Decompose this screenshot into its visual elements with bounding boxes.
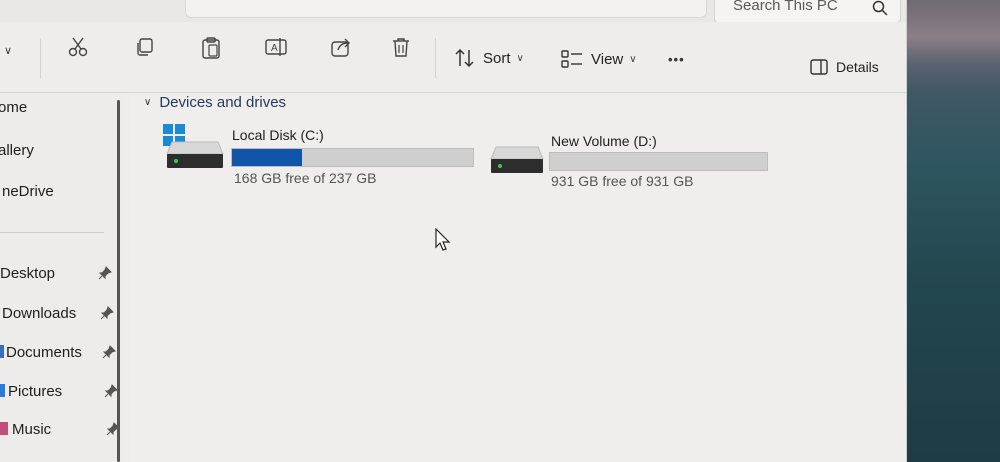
rename-button[interactable]: A [264,36,288,58]
delete-button[interactable] [391,36,411,58]
sidebar-item-pictures[interactable]: Pictures [0,383,62,400]
pin-icon [102,345,116,359]
sidebar-item-gallery[interactable]: allery [0,142,34,159]
svg-text:A: A [271,43,278,54]
drive-usage-bar-c [231,148,474,167]
chevron-down-icon: ∨ [144,97,152,108]
pin-icon [104,384,118,398]
pin-icon [98,266,112,280]
cut-button[interactable] [67,36,89,58]
command-bar: ∨ A Sort ∨ View ∨ ••• Details [0,22,906,93]
sort-icon [455,48,474,68]
sidebar-item-downloads[interactable]: Downloads [2,305,76,322]
share-icon [331,38,350,57]
drive-name-c: Local Disk (C:) [232,127,324,143]
cut-icon [68,37,88,57]
content-area: ∨ Devices and drives Local Disk (C:) 168… [130,93,906,462]
drive-name-d: New Volume (D:) [551,133,657,149]
chevron-down-icon: ∨ [516,52,524,64]
view-label: View [591,50,624,68]
sidebar-item-documents[interactable]: Documents [0,344,82,361]
pin-icon [100,306,114,320]
view-button[interactable]: View ∨ [561,50,637,68]
search-icon [872,0,888,16]
view-icon [561,50,582,68]
file-explorer-window: Search This PC ∨ A Sort ∨ View ∨ ••• Det… [0,0,907,462]
documents-icon [0,345,4,358]
share-button[interactable] [330,36,352,58]
drive-free-space-c: 168 GB free of 237 GB [234,170,377,186]
copy-button[interactable] [134,36,156,58]
chevron-down-icon[interactable]: ∨ [4,44,12,57]
divider [0,232,104,233]
drive-icon [166,141,224,168]
details-label: Details [836,59,879,75]
paste-button[interactable] [200,36,222,60]
drive-free-space-d: 931 GB free of 931 GB [551,173,694,189]
pictures-icon [0,384,5,397]
sidebar-item-music[interactable]: Music [0,421,51,438]
details-icon [810,59,828,75]
copy-icon [137,38,153,56]
sidebar-scrollbar[interactable] [117,100,120,462]
drive-icon [490,146,544,173]
sort-label: Sort [483,49,511,67]
search-input[interactable]: Search This PC [733,0,838,14]
paste-icon [202,37,220,59]
sidebar-item-home[interactable]: ome [0,99,27,116]
chevron-down-icon: ∨ [629,53,637,65]
sidebar-item-onedrive[interactable]: neDrive [2,183,54,200]
section-header-devices[interactable]: ∨ Devices and drives [144,94,286,111]
navigation-pane: ome allery neDrive Desktop Downloads Doc… [0,93,125,462]
sidebar-item-desktop[interactable]: Desktop [0,265,55,282]
rename-icon: A [265,38,287,56]
section-title: Devices and drives [159,94,287,111]
more-options-button[interactable]: ••• [668,52,685,67]
music-icon [0,422,8,435]
cursor-icon [435,228,451,251]
drive-usage-bar-d [549,152,768,171]
details-button[interactable]: Details [810,59,879,75]
address-bar[interactable] [185,0,707,18]
search-box[interactable]: Search This PC [714,0,901,24]
drive-usage-fill-c [232,149,302,166]
sort-button[interactable]: Sort ∨ [455,48,524,68]
delete-icon [393,38,409,57]
